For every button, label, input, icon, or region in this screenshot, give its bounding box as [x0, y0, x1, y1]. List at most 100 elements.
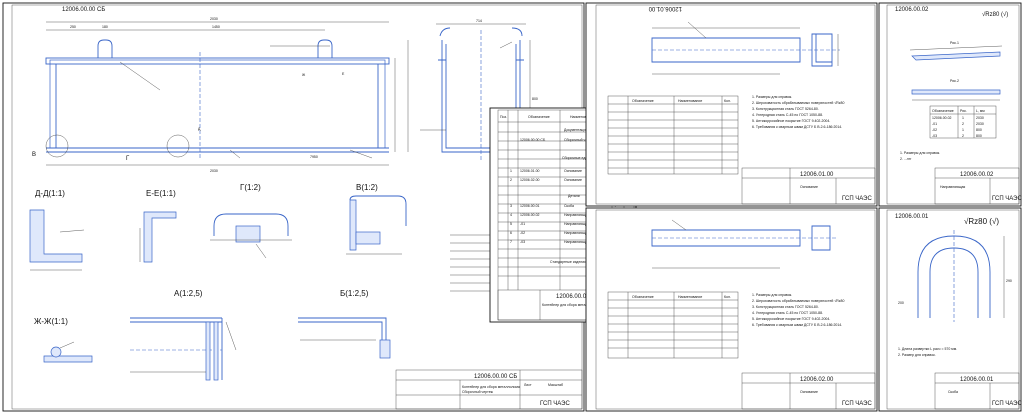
- section-dd-label: Д-Д(1:1): [35, 189, 65, 198]
- spec-row-3-pos: 3: [510, 204, 512, 208]
- guide-fig-1: Рис.1: [950, 41, 959, 45]
- sheet-base-2: Обозначение Наименование Кол. 1. Размеры…: [585, 207, 878, 412]
- guide-title: Направляющая: [940, 185, 965, 189]
- spec-row-1-designation: 12006.01.00: [520, 169, 540, 173]
- spec-row-3-name: Скоба: [564, 204, 574, 208]
- guide-note-1: 1. Размеры для справок.: [900, 151, 940, 155]
- base2-org: ГСП ЧАЭС: [842, 401, 872, 407]
- dim-bracket-span: 1450: [212, 25, 220, 29]
- base1-note-3: 3. Конструкционная сталь ГОСТ 5264-80.: [752, 107, 819, 111]
- guide-fig-2: Рис.2: [950, 79, 959, 83]
- spec-row-7-designation: -03: [520, 240, 525, 244]
- spec-section-docs: Документация: [564, 128, 587, 132]
- guide-row-1-fig: 2: [962, 122, 964, 126]
- base1-note-2: 2. Шероховатость обрабатываемых поверхно…: [752, 101, 844, 105]
- sheet-guide-frame: [878, 2, 1022, 207]
- guide-roughness: √Rz80 (√): [982, 11, 1008, 18]
- base2-header-name: Наименование: [678, 295, 702, 299]
- base2-note-2: 2. Шероховатость обрабатываемых поверхно…: [752, 299, 844, 303]
- detail-g-label: Г(1:2): [240, 183, 261, 192]
- spec-row-5-pos: 5: [510, 222, 512, 226]
- spec-row-6-pos: 6: [510, 231, 512, 235]
- spec-row-2-name: Основание: [564, 178, 582, 182]
- spec-row-2-designation: 12006.02.00: [520, 178, 540, 182]
- dim-side-height: 800: [532, 97, 538, 101]
- base2-note-1: 1. Размеры для справок.: [752, 293, 792, 297]
- bracket-org: ГСП ЧАЭС: [992, 401, 1022, 407]
- guide-row-2-fig: 1: [962, 128, 964, 132]
- base2-note-6: 6. Требования к сварным швам ДСТУ Б В.2.…: [752, 323, 842, 327]
- base2-note-5: 5. Антикоррозийное покрытие ГОСТ 9.402-2…: [752, 317, 830, 321]
- spec-code: 12006.00.00: [556, 294, 590, 300]
- view-letter-v: В: [32, 152, 36, 158]
- base1-note-4: 4. Углеродная сталь С-45 по ГОСТ 1050-88…: [752, 113, 823, 117]
- sheet-bracket-frame: [878, 207, 1022, 412]
- assembly-org: ГСП ЧАЭС: [540, 401, 570, 407]
- guide-note-2: 2. ...лгг: [900, 157, 912, 161]
- guide-row-1-designation: -01: [932, 122, 937, 126]
- guide-row-1-length: 2030: [976, 122, 984, 126]
- drawing-canvas: 12006.00.00 СБ 2030 180 1450 250 2030 79…: [0, 0, 1024, 414]
- bracket-title: Скоба: [948, 390, 958, 394]
- guide-row-0-fig: 1: [962, 116, 964, 120]
- assembly-sheet-label: Лист: [524, 383, 532, 387]
- guide-row-0-designation: 12006.00.02: [932, 116, 952, 120]
- guide-stamp: 12006.00.02: [895, 7, 929, 13]
- detail-v-label: В(1:2): [356, 183, 378, 192]
- dim-overall-length: 2030: [210, 17, 218, 21]
- spec-row-4-designation: 12006.00.02: [520, 213, 540, 217]
- bracket-title-code: 12006.00.01: [960, 377, 994, 383]
- assembly-scale-label: Масштаб: [548, 383, 563, 387]
- assembly-subtitle: Сборочный чертеж: [462, 390, 494, 394]
- base1-org: ГСП ЧАЭС: [842, 196, 872, 202]
- bracket-roughness: √Rz80 (√): [964, 217, 999, 226]
- spec-row-2-pos: 2: [510, 178, 512, 182]
- spec-header-pos: Поз.: [500, 115, 507, 119]
- spec-row-1-name: Основание: [564, 169, 582, 173]
- base1-note-1: 1. Размеры для справок.: [752, 95, 792, 99]
- guide-row-2-designation: -02: [932, 128, 937, 132]
- section-ee-label: Е-Е(1:1): [146, 189, 176, 198]
- dim-edge-offset: 250: [70, 25, 76, 29]
- guide-th-fig: Рис.: [960, 109, 967, 113]
- spec-row-5-designation: -01: [520, 222, 525, 226]
- sheet-bracket: 12006.00.01 √Rz80 (√) 290 200 1. Длина р…: [878, 207, 1022, 412]
- base2-header-designation: Обозначение: [632, 295, 654, 299]
- base2-note-3: 3. Конструкционная сталь ГОСТ 5264-80.: [752, 305, 819, 309]
- base2-note-4: 4. Углеродная сталь С-45 по ГОСТ 1050-88…: [752, 311, 823, 315]
- section-a-label: А(1:2,5): [174, 289, 203, 298]
- base2-header-qty: Кол.: [724, 295, 731, 299]
- bracket-dim-width: 200: [898, 301, 904, 305]
- bracket-note-1: 1. Длина развертки L расч = 570 мм.: [898, 347, 957, 351]
- sheet-base-1: 12006.01.00 Обозначение Наименование Кол…: [585, 2, 878, 207]
- dim-bottom-length: 2030: [210, 169, 218, 173]
- assembly-title-code: 12006.00.00 СБ: [474, 374, 517, 380]
- guide-th-designation: Обозначение: [932, 109, 954, 113]
- base1-title: Основание: [800, 185, 818, 189]
- assembly-title: Контейнер для сбора металлолома: [462, 385, 520, 389]
- spec-section-parts: Детали: [568, 194, 580, 198]
- guide-org: ГСП ЧАЭС: [992, 196, 1022, 202]
- bracket-stamp: 12006.00.01: [895, 214, 929, 220]
- sheet-guide: 12006.00.02 √Rz80 (√) Рис.1 Рис.2 Обозна…: [878, 2, 1022, 207]
- section-b-label: Б(1:2,5): [340, 289, 369, 298]
- bracket-dim-height: 290: [1006, 279, 1012, 283]
- spec-row-4-pos: 4: [510, 213, 512, 217]
- dim-bracket-offset: 180: [102, 25, 108, 29]
- dim-inner-length: 7950: [310, 155, 318, 159]
- spec-row-0-designation: 12006.00.00 СБ: [520, 138, 546, 142]
- guide-th-length: L, мм: [976, 109, 985, 113]
- guide-row-3-fig: 2: [962, 134, 964, 138]
- dim-side-width: 714: [476, 19, 482, 23]
- guide-row-3-length: 800: [976, 134, 982, 138]
- base1-header-name: Наименование: [678, 99, 702, 103]
- guide-title-code: 12006.00.02: [960, 172, 994, 178]
- spec-row-6-designation: -02: [520, 231, 525, 235]
- base1-note-6: 6. Требования к сварным швам ДСТУ Б В.2.…: [752, 125, 842, 129]
- base1-header-qty: Кол.: [724, 99, 731, 103]
- section-zh-label: Ж-Ж(1:1): [34, 317, 68, 326]
- sheet-base1-stamp: 12006.01.00: [648, 5, 682, 11]
- spec-row-1-pos: 1: [510, 169, 512, 173]
- spec-section-std: Стандартные изделия: [550, 260, 586, 264]
- base1-header-designation: Обозначение: [632, 99, 654, 103]
